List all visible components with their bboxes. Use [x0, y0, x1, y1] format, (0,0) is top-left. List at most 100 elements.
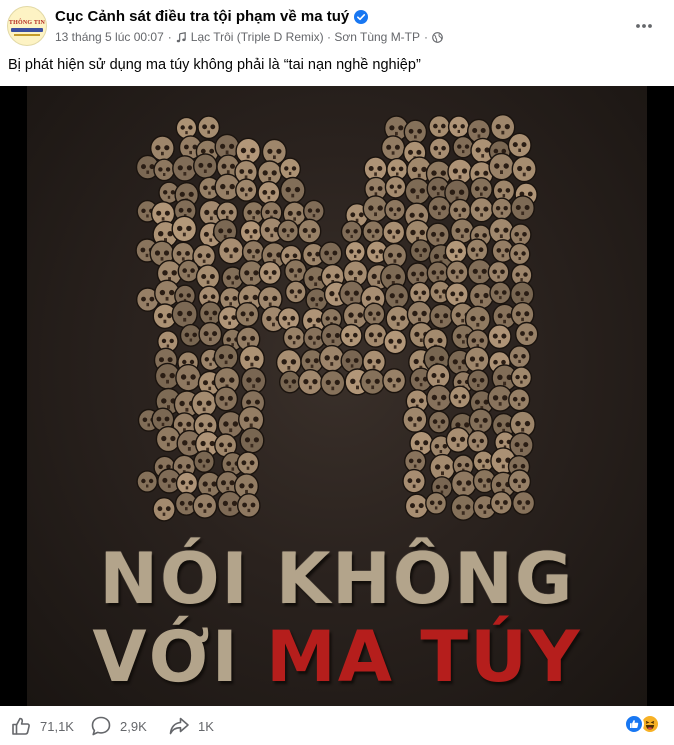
skull-shape: [236, 493, 261, 518]
post-caption: Bị phát hiện sử dụng ma túy không phải l…: [8, 57, 421, 73]
skull-shape: [467, 369, 490, 393]
skull-shape: [236, 451, 260, 476]
more-options-button[interactable]: [630, 12, 658, 40]
skull-shape: [426, 384, 452, 412]
skull-shape: [489, 491, 513, 515]
post-video[interactable]: NÓI KHÔNG VỚI MA TÚY: [0, 86, 674, 706]
skull-shape: [515, 321, 539, 347]
skull-shape: [339, 323, 363, 348]
like-button[interactable]: 71,1K: [10, 715, 74, 737]
song-link[interactable]: Lạc Trôi (Triple D Remix) · Sơn Tùng M-T…: [191, 30, 420, 44]
skull-shape: [385, 305, 411, 332]
meta-separator: ·: [167, 30, 172, 44]
comment-bubble-icon: [91, 716, 111, 736]
poster-image: NÓI KHÔNG VỚI MA TÚY: [27, 86, 647, 706]
skull-shape: [445, 426, 471, 453]
skull-shape: [509, 223, 532, 247]
skull-shape: [488, 152, 515, 181]
skull-shape: [175, 471, 199, 495]
skull-shape: [136, 470, 158, 493]
skull-shape: [510, 195, 535, 221]
skull-shape: [409, 239, 432, 263]
skull-shape: [279, 157, 302, 181]
skull-shape: [447, 115, 470, 139]
avatar-logo-bar: [11, 28, 43, 32]
globe-icon[interactable]: [432, 31, 443, 43]
skull-shape: [507, 469, 532, 494]
post-timestamp[interactable]: 13 tháng 5 lúc 00:07: [55, 30, 164, 44]
skull-shape: [240, 367, 267, 395]
skull-shape: [507, 132, 532, 158]
skull-shape: [302, 199, 325, 223]
page-name-row: Cục Cảnh sát điều tra tội phạm về ma tuý: [55, 8, 369, 25]
page-name-link[interactable]: Cục Cảnh sát điều tra tội phạm về ma tuý: [55, 8, 349, 25]
skull-shape: [450, 470, 477, 498]
skull-shape: [218, 236, 245, 265]
skull-shape: [450, 494, 476, 521]
skull-shape: [380, 135, 406, 161]
skull-shape: [429, 303, 454, 330]
more-options-icon: [636, 24, 652, 28]
skull-shape: [198, 321, 223, 347]
skull-shape: [362, 195, 389, 223]
like-count: 71,1K: [40, 718, 74, 734]
skull-shape: [284, 280, 307, 304]
skull-shape: [362, 220, 385, 244]
meta-separator-2: ·: [424, 30, 429, 44]
skull-shape: [197, 115, 221, 140]
skull-shape: [340, 220, 363, 244]
skull-shape: [363, 302, 386, 326]
page-avatar[interactable]: THÔNG TIN: [7, 6, 47, 46]
skull-shape: [177, 259, 200, 283]
skull-shape: [241, 239, 265, 264]
skull-shape: [404, 177, 431, 205]
skull-shape: [382, 220, 406, 245]
share-button[interactable]: 1K: [168, 715, 214, 737]
skull-shape: [297, 218, 322, 244]
skull-shape: [155, 425, 181, 453]
reaction-summary[interactable]: [624, 714, 666, 736]
post-action-bar: 71,1K 2,9K 1K: [0, 706, 674, 745]
skull-shape: [487, 324, 512, 350]
skull-shape: [464, 346, 490, 373]
skull-shape: [426, 363, 451, 389]
skull-shape: [468, 408, 493, 434]
skull-shape: [511, 155, 537, 183]
post-meta: 13 tháng 5 lúc 00:07 · Lạc Trôi (Triple …: [55, 30, 443, 44]
music-note-icon: [176, 31, 186, 42]
skull-shape: [277, 219, 300, 243]
skull-shape: [339, 280, 365, 307]
skull-shape: [195, 264, 221, 290]
skull-shape: [448, 385, 471, 409]
skull-shape: [191, 390, 218, 418]
skull-shape: [384, 198, 406, 222]
poster-headline-line2: VỚI MA TÚY: [27, 616, 647, 698]
skull-shape: [508, 388, 531, 412]
skull-shape: [360, 368, 386, 395]
poster-line2-highlight: MA TÚY: [266, 616, 582, 698]
skull-shape: [491, 197, 513, 220]
skull-shape: [466, 429, 489, 453]
skull-shape: [510, 366, 533, 389]
like-reaction-icon: [624, 714, 644, 734]
skull-shape: [235, 178, 258, 202]
share-arrow-icon: [169, 717, 189, 735]
poster-line2-prefix: VỚI: [92, 616, 267, 698]
skull-shape: [448, 198, 472, 223]
skull-shape: [175, 363, 202, 392]
skull-shape: [171, 300, 198, 328]
skull-shape: [444, 239, 468, 264]
skull-shape: [258, 260, 282, 285]
avatar-logo-text: THÔNG TIN: [8, 20, 46, 26]
skull-shape: [490, 114, 516, 141]
skull-shape: [257, 180, 281, 205]
skull-shape: [383, 329, 408, 355]
post-header: THÔNG TIN Cục Cảnh sát điều tra tội phạm…: [0, 0, 674, 52]
poster-headline-line1: NÓI KHÔNG: [99, 538, 575, 620]
skull-shape: [404, 493, 429, 519]
skull-shape: [428, 410, 451, 434]
skull-shape: [239, 427, 265, 454]
comment-button[interactable]: 2,9K: [90, 715, 147, 737]
skull-shape: [402, 468, 426, 494]
skull-shape: [384, 175, 407, 199]
